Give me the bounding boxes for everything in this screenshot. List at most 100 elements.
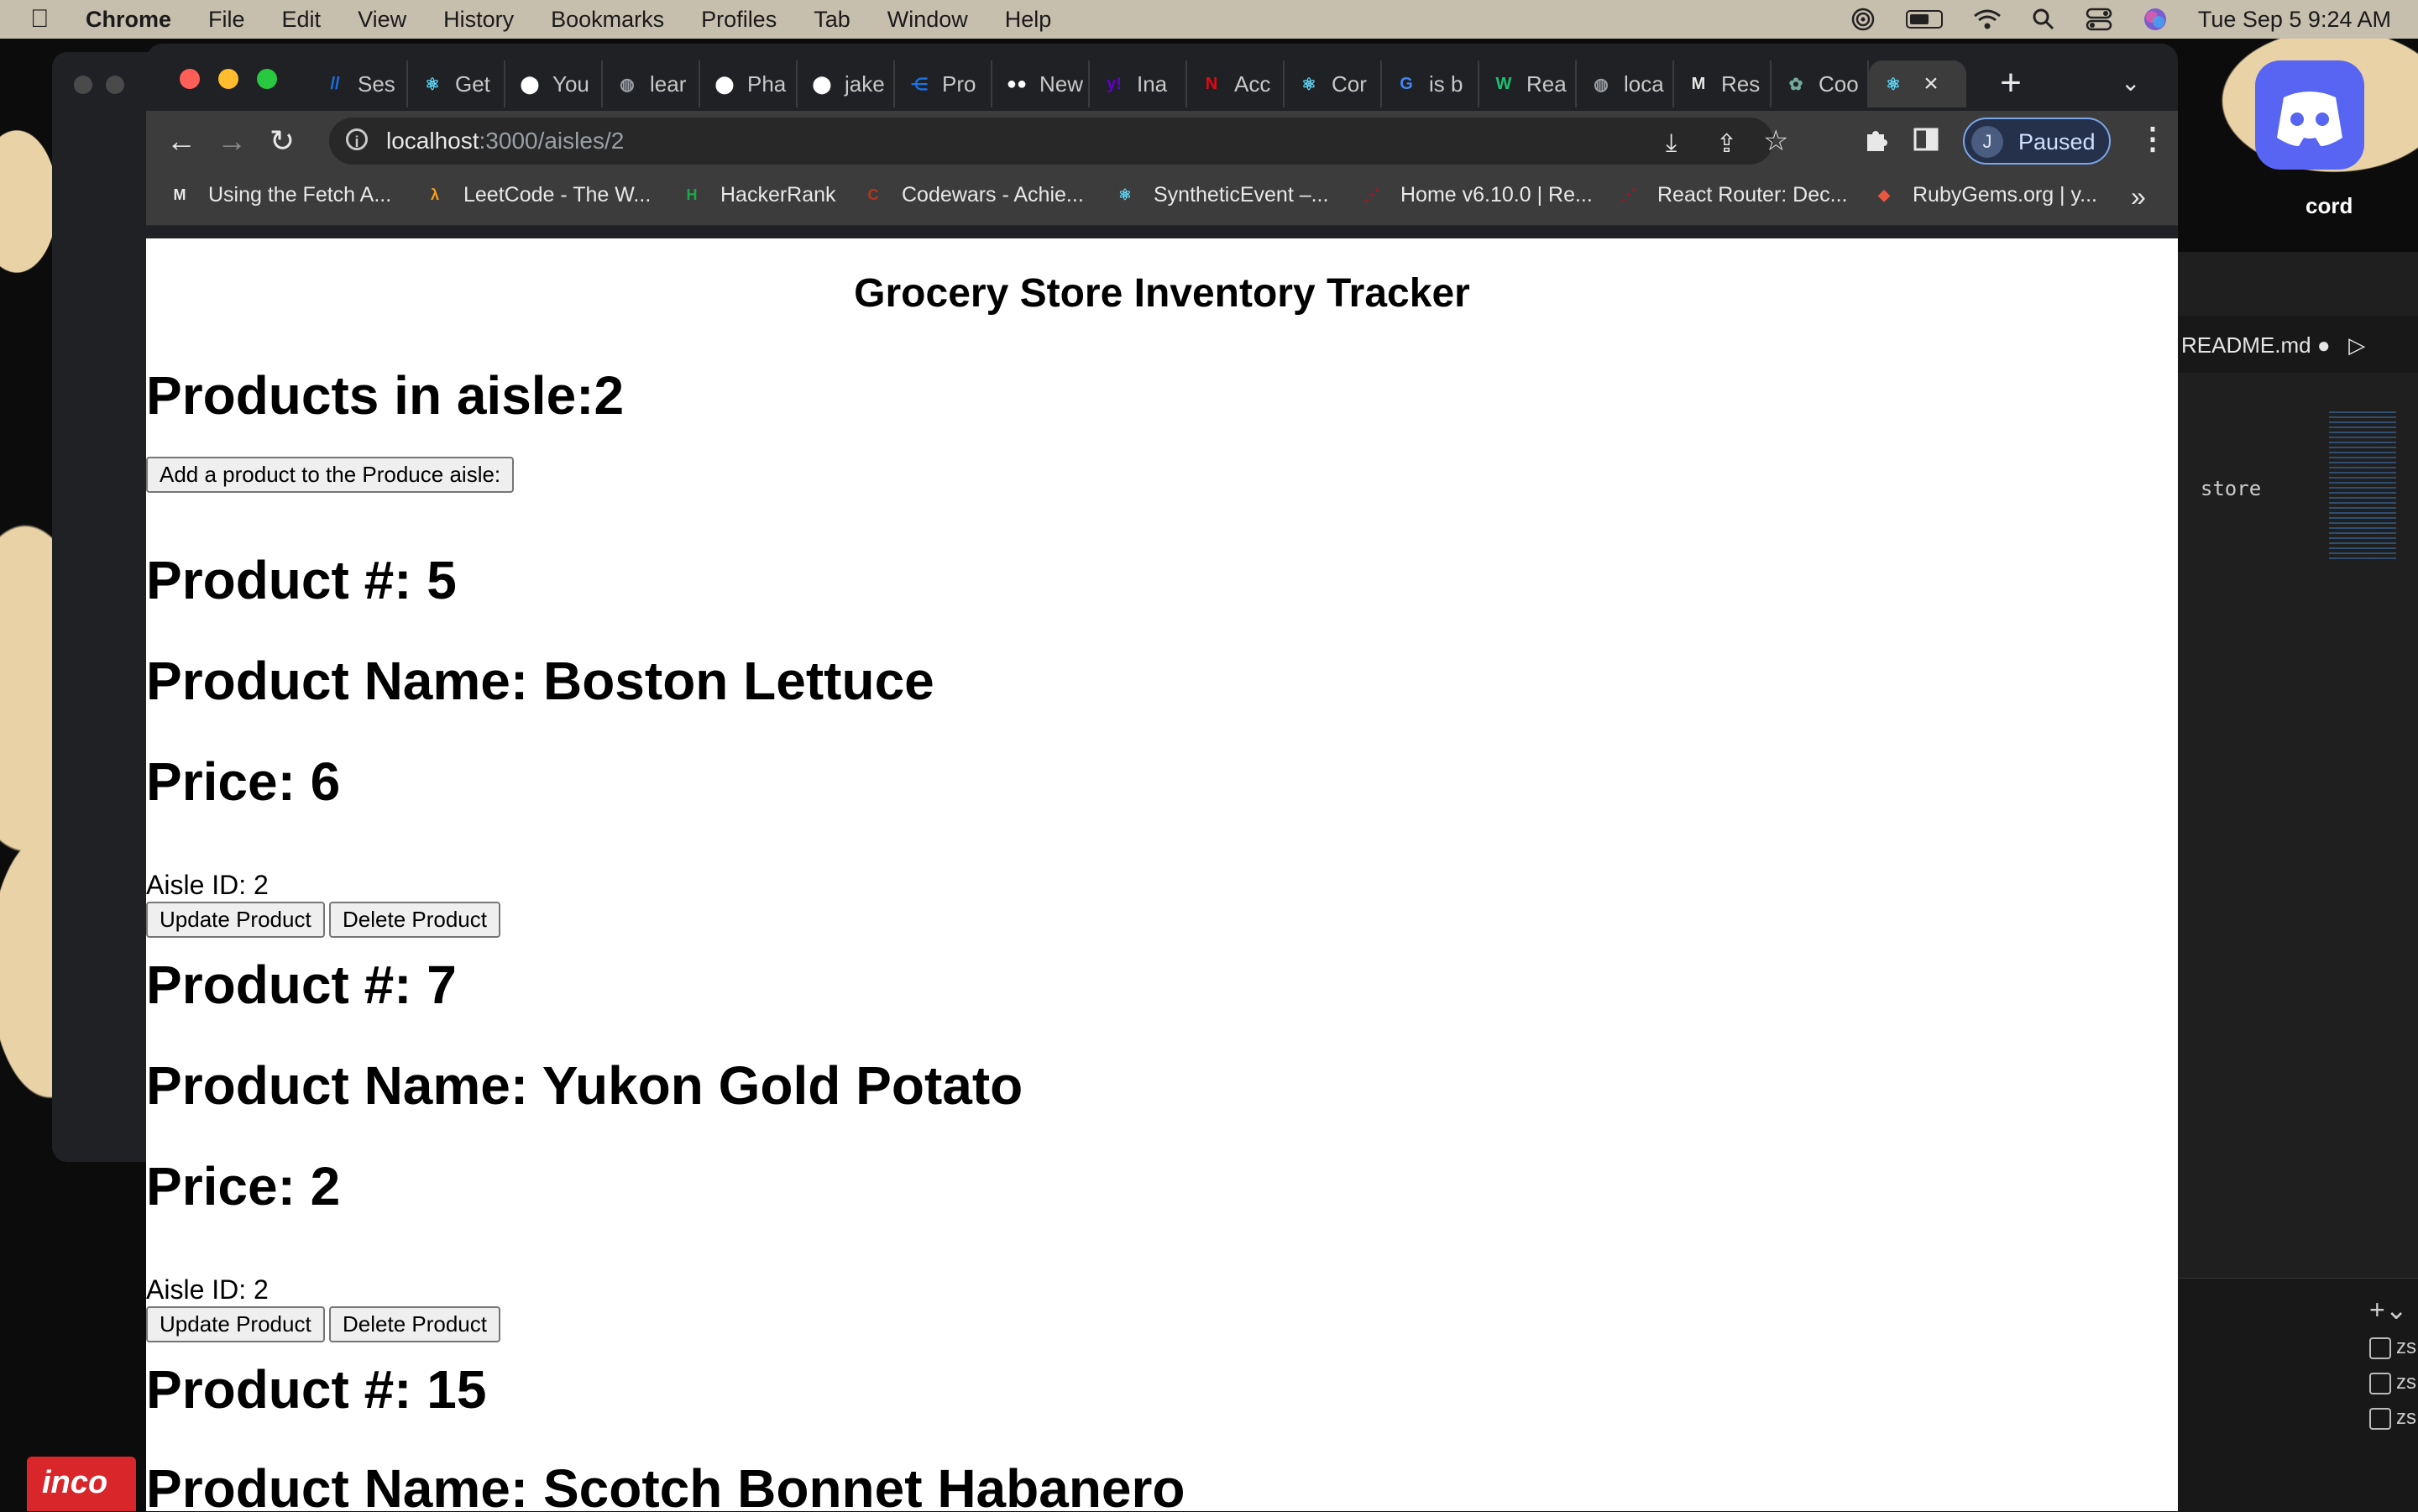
browser-tab[interactable]: ●● New xyxy=(992,60,1090,107)
browser-tab[interactable]: W Rea xyxy=(1479,60,1577,107)
address-bar[interactable]: i localhost:3000/aisles/2 ⤓ ⇪ ☆ xyxy=(329,118,1788,165)
battery-icon[interactable] xyxy=(1905,10,1943,29)
zoom-window-button[interactable] xyxy=(257,69,277,89)
browser-tab[interactable]: ✿ Coo xyxy=(1772,60,1869,107)
bookmark-item[interactable]: ◆ RubyGems.org | y... xyxy=(1872,183,2097,207)
close-tab-icon[interactable]: × xyxy=(1916,70,1946,98)
siri-icon[interactable] xyxy=(2143,7,2168,32)
hackerrank-icon: H xyxy=(686,186,698,203)
reload-button[interactable]: ↻ xyxy=(264,123,301,160)
install-app-icon[interactable]: ⤓ xyxy=(1666,129,1677,158)
react-icon: ⚛ xyxy=(1886,75,1901,94)
editor-text: store xyxy=(2176,477,2261,500)
react-icon: ⚛ xyxy=(1117,186,1133,203)
forward-button[interactable]: → xyxy=(213,123,250,160)
browser-tab[interactable]: ⚛ Cor xyxy=(1285,60,1382,107)
terminal-icon xyxy=(2369,1372,2391,1394)
site-info-icon[interactable]: i xyxy=(346,128,368,150)
terminal-item[interactable]: zs xyxy=(2369,1336,2418,1361)
side-panel-icon[interactable] xyxy=(1913,126,1939,160)
menubar-clock[interactable]: Tue Sep 5 9:24 AM xyxy=(2198,7,2391,33)
bookmark-star-icon[interactable]: ☆ xyxy=(1763,124,1788,158)
browser-tab[interactable]: M Res xyxy=(1674,60,1772,107)
more-bookmarks-icon[interactable]: » xyxy=(2131,181,2146,212)
bookmark-item[interactable]: ⚛ SyntheticEvent –... xyxy=(1113,183,1329,207)
menu-help[interactable]: Help xyxy=(1005,7,1052,33)
browser-tab[interactable]: ◍ loca xyxy=(1577,60,1674,107)
menu-file[interactable]: File xyxy=(208,7,245,33)
readme-tab[interactable]: README.md ● ▷ xyxy=(2181,332,2365,358)
bookmark-item[interactable]: λ LeetCode - The W... xyxy=(423,183,651,207)
product-price: Price: 6 xyxy=(146,751,341,812)
menu-edit[interactable]: Edit xyxy=(282,7,322,33)
update-product-button[interactable]: Update Product xyxy=(146,1306,325,1342)
run-icon[interactable]: ▷ xyxy=(2348,332,2365,358)
bookmark-label: HackerRank xyxy=(720,183,836,207)
browser-tab[interactable]: y! Ina xyxy=(1090,60,1187,107)
tab-search-chevron-icon[interactable]: ⌄ xyxy=(2121,69,2140,97)
bookmark-item[interactable]: M Using the Fetch A... xyxy=(168,183,392,207)
close-window-button[interactable] xyxy=(180,69,200,89)
tab-label: loca xyxy=(1624,71,1664,97)
menu-chrome[interactable]: Chrome xyxy=(86,7,171,33)
terminal-item[interactable]: zs xyxy=(2369,1371,2418,1396)
browser-tab[interactable]: ⋲ Pro xyxy=(895,60,992,107)
back-button[interactable]: ← xyxy=(163,123,200,160)
browser-tab[interactable]: Gis b xyxy=(1382,60,1479,107)
bookmark-label: SyntheticEvent –... xyxy=(1154,183,1329,207)
unsaved-dot-icon: ● xyxy=(2316,332,2331,358)
bookmark-item[interactable]: ⋰ Home v6.10.0 | Re... xyxy=(1360,183,1593,207)
github-icon: ⬤ xyxy=(520,75,540,94)
new-tab-button[interactable]: + xyxy=(1990,62,2032,104)
tab-label: Coo xyxy=(1819,71,1859,97)
browser-tab[interactable]: ◍ lear xyxy=(603,60,700,107)
browser-tab[interactable]: ⬤ Pha xyxy=(700,60,798,107)
browser-tab[interactable]: ⚛ × xyxy=(1869,60,1966,107)
terminal-item[interactable]: zs xyxy=(2369,1406,2418,1431)
profile-button[interactable]: J Paused xyxy=(1963,118,2111,165)
menu-tab[interactable]: Tab xyxy=(814,7,850,33)
tab-label: jake xyxy=(845,71,885,97)
chrome-menu-icon[interactable]: ⋮ xyxy=(2138,121,2168,156)
medium-icon: ●● xyxy=(1006,74,1028,93)
menu-profiles[interactable]: Profiles xyxy=(701,7,777,33)
github-icon: ⬤ xyxy=(812,75,832,94)
update-product-button[interactable]: Update Product xyxy=(146,902,325,938)
vscode-window[interactable]: README.md ● ▷ store +⌄ zs zs zs xyxy=(2176,252,2418,1512)
tab-label: Pha xyxy=(747,71,787,97)
browser-tab[interactable]: ⬤ jake xyxy=(798,60,895,107)
editor-minimap[interactable] xyxy=(2329,411,2396,562)
control-center-icon[interactable] xyxy=(2086,8,2112,31)
airdrop-icon[interactable] xyxy=(1850,7,1876,32)
minimize-window-button[interactable] xyxy=(218,69,238,89)
extensions-puzzle-icon[interactable] xyxy=(1862,126,1889,160)
bookmark-label: LeetCode - The W... xyxy=(463,183,652,207)
codewars-icon: C xyxy=(867,186,879,203)
delete-product-button[interactable]: Delete Product xyxy=(329,902,500,938)
menu-bookmarks[interactable]: Bookmarks xyxy=(551,7,664,33)
url-text[interactable]: localhost:3000/aisles/2 xyxy=(386,128,624,154)
menu-view[interactable]: View xyxy=(358,7,406,33)
spotlight-search-icon[interactable] xyxy=(2032,8,2055,31)
menu-history[interactable]: History xyxy=(443,7,514,33)
bookmark-item[interactable]: H HackerRank xyxy=(680,183,836,207)
add-product-button[interactable]: Add a product to the Produce aisle: xyxy=(146,457,515,493)
discord-icon[interactable] xyxy=(2255,60,2364,170)
share-icon[interactable]: ⇪ xyxy=(1716,129,1737,159)
web-page: Grocery Store Inventory Tracker Products… xyxy=(146,238,2178,1511)
browser-tab[interactable]: // Ses xyxy=(311,60,408,107)
browser-tab[interactable]: N Acc xyxy=(1187,60,1285,107)
browser-tab[interactable]: ⬤ You xyxy=(505,60,603,107)
bookmark-item[interactable]: ⋰ React Router: Dec... xyxy=(1617,183,1847,207)
slash-icon: // xyxy=(330,74,340,93)
delete-product-button[interactable]: Delete Product xyxy=(329,1306,500,1342)
bookmark-label: RubyGems.org | y... xyxy=(1913,183,2097,207)
menu-window[interactable]: Window xyxy=(887,7,968,33)
new-terminal-icon[interactable]: +⌄ xyxy=(2369,1294,2408,1326)
apple-icon[interactable]:  xyxy=(30,5,64,34)
dock-app-logo[interactable]: inco xyxy=(27,1457,136,1511)
terminal-item-label: zs xyxy=(2396,1371,2416,1394)
browser-tab[interactable]: ⚛ Get xyxy=(408,60,505,107)
bookmark-item[interactable]: C Codewars - Achie... xyxy=(861,183,1084,207)
wifi-icon[interactable] xyxy=(1973,8,2002,30)
